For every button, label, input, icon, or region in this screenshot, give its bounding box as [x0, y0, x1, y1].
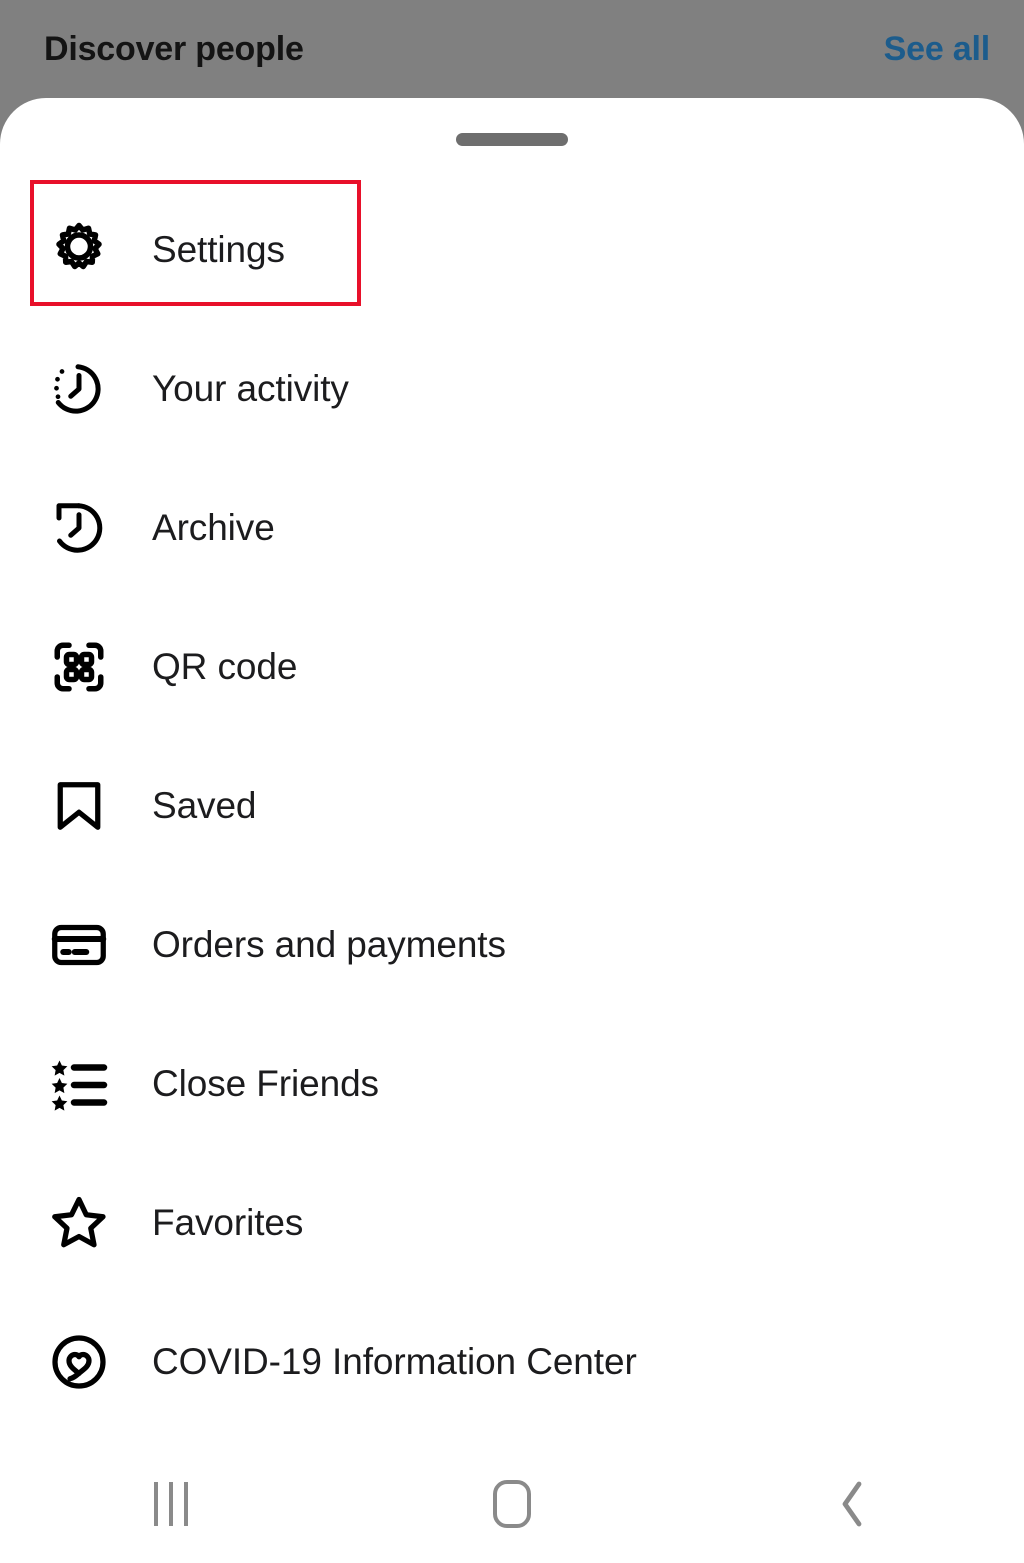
menu-item-settings[interactable]: Settings — [0, 180, 1024, 319]
android-navigation-bar — [0, 1445, 1024, 1563]
page-title: Discover people — [44, 29, 304, 68]
menu-item-label: Your activity — [152, 367, 349, 409]
menu-item-saved[interactable]: Saved — [0, 736, 1024, 875]
clock-activity-icon — [48, 358, 110, 420]
menu-item-label: Settings — [152, 228, 285, 270]
discover-people-header: Discover people See all — [0, 0, 1024, 98]
bottom-sheet: Settings Your activity Archive QR code S… — [0, 98, 1024, 1563]
star-list-icon — [48, 1053, 110, 1115]
menu-item-your-activity[interactable]: Your activity — [0, 319, 1024, 458]
menu-item-label: Close Friends — [152, 1062, 379, 1104]
phone-screen: Discover people See all Settings Your ac… — [0, 0, 1024, 1563]
star-outline-icon — [48, 1192, 110, 1254]
menu-item-label: QR code — [152, 645, 298, 687]
menu-item-close-friends[interactable]: Close Friends — [0, 1014, 1024, 1153]
drag-handle[interactable] — [456, 133, 568, 146]
menu-item-label: Favorites — [152, 1201, 304, 1243]
bookmark-icon — [48, 775, 110, 837]
menu-item-favorites[interactable]: Favorites — [0, 1153, 1024, 1292]
menu-item-label: Orders and payments — [152, 923, 506, 965]
home-icon — [492, 1480, 531, 1528]
home-button[interactable] — [437, 1445, 587, 1563]
heart-circle-icon — [48, 1331, 110, 1393]
back-button[interactable] — [778, 1445, 928, 1563]
clock-history-icon — [48, 497, 110, 559]
menu-item-archive[interactable]: Archive — [0, 458, 1024, 597]
chevron-left-icon — [833, 1478, 873, 1530]
menu-item-label: Saved — [152, 784, 257, 826]
menu-item-covid-information-center[interactable]: COVID-19 Information Center — [0, 1292, 1024, 1431]
credit-card-icon — [48, 914, 110, 976]
see-all-link[interactable]: See all — [884, 30, 991, 69]
menu-item-orders-and-payments[interactable]: Orders and payments — [0, 875, 1024, 1014]
gear-icon — [48, 219, 110, 281]
menu-item-label: COVID-19 Information Center — [152, 1340, 637, 1382]
menu-item-label: Archive — [152, 506, 275, 548]
account-menu-list: Settings Your activity Archive QR code S… — [0, 180, 1024, 1431]
menu-item-qr-code[interactable]: QR code — [0, 597, 1024, 736]
recents-button[interactable] — [96, 1445, 246, 1563]
qr-code-icon — [48, 636, 110, 698]
recents-icon — [153, 1482, 188, 1526]
